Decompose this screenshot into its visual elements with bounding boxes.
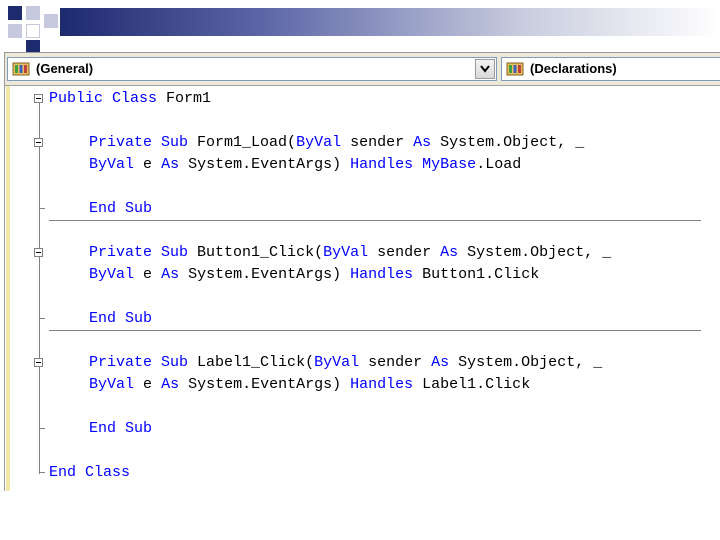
code-area[interactable]: Public Class Form1 Private Sub Form1_Loa… xyxy=(5,86,720,491)
code-line-sub-button1-click: Private Sub Button1_Click(ByVal sender A… xyxy=(89,244,612,261)
code-line-end-sub: End Sub xyxy=(89,200,153,217)
collapse-icon[interactable] xyxy=(34,138,43,147)
method-name-combo[interactable]: (Declarations) xyxy=(501,57,720,81)
header-gradient-band xyxy=(60,8,720,36)
deco-square xyxy=(8,24,22,38)
outline-line xyxy=(39,99,40,474)
procedure-separator xyxy=(49,330,701,331)
code-line-class-declaration: Public Class Form1 xyxy=(49,90,212,107)
outline-end-tick xyxy=(39,472,45,473)
class-name-value: (General) xyxy=(36,61,94,76)
deco-square xyxy=(26,6,40,20)
chevron-down-icon xyxy=(480,65,490,73)
deco-square xyxy=(26,24,40,38)
navigation-bar: (General) (Declarations) xyxy=(5,53,720,86)
code-line-sub-label1-click: Private Sub Label1_Click(ByVal sender As… xyxy=(89,354,603,371)
code-line-end-sub: End Sub xyxy=(89,420,153,437)
code-line-sub-form1-load-params: ByVal e As System.EventArgs) Handles MyB… xyxy=(89,156,522,173)
code-line-end-sub: End Sub xyxy=(89,310,153,327)
collapse-icon[interactable] xyxy=(34,358,43,367)
method-icon xyxy=(506,62,524,76)
class-icon xyxy=(12,62,30,76)
collapse-icon[interactable] xyxy=(34,248,43,257)
procedure-separator xyxy=(49,220,701,221)
outline-end-tick xyxy=(39,428,45,429)
code-line-sub-button1-click-params: ByVal e As System.EventArgs) Handles But… xyxy=(89,266,540,283)
code-line-end-class: End Class xyxy=(49,464,131,481)
class-dropdown-button[interactable] xyxy=(475,59,495,79)
code-editor-window: (General) (Declarations) Public Class Fo… xyxy=(4,52,720,491)
code-line-sub-label1-click-params: ByVal e As System.EventArgs) Handles Lab… xyxy=(89,376,531,393)
code-line-sub-form1-load: Private Sub Form1_Load(ByVal sender As S… xyxy=(89,134,585,151)
deco-square xyxy=(44,14,58,28)
outline-end-tick xyxy=(39,318,45,319)
deco-square xyxy=(8,6,22,20)
method-name-value: (Declarations) xyxy=(530,61,617,76)
class-name-combo[interactable]: (General) xyxy=(7,57,497,81)
collapse-icon[interactable] xyxy=(34,94,43,103)
outline-end-tick xyxy=(39,208,45,209)
